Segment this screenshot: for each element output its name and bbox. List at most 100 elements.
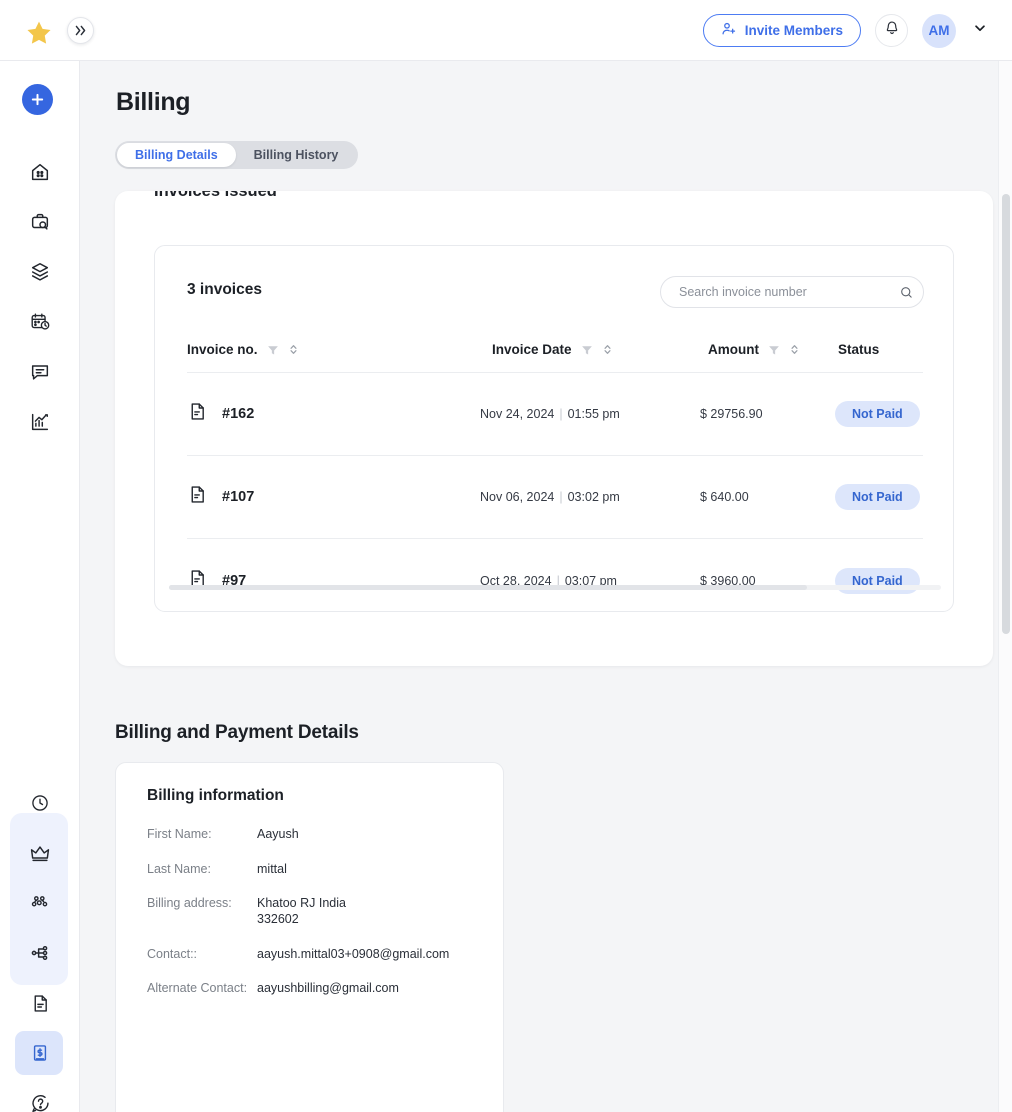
column-label: Amount [708, 342, 759, 357]
search-input[interactable] [661, 285, 889, 299]
cell-status: Not Paid [835, 484, 920, 510]
invoices-section-title: Invoices issued [154, 191, 277, 201]
tab-billing-details[interactable]: Billing Details [117, 143, 236, 167]
table-row[interactable]: #107 Nov 06, 2024|03:02 pm $ 640.00 Not … [187, 456, 923, 539]
sidebar-item-home[interactable] [0, 147, 80, 197]
sidebar-primary-nav [0, 147, 80, 447]
field-billing-address: Billing address: Khatoo RJ India 332602 [147, 896, 487, 927]
invoices-card: Invoices issued 3 invoices Invoice no. [115, 191, 993, 666]
sidebar-item-billing[interactable] [0, 1028, 80, 1078]
cell-amount: $ 640.00 [700, 490, 749, 504]
avatar[interactable]: AM [922, 14, 956, 48]
invite-members-button[interactable]: Invite Members [703, 14, 861, 47]
column-amount: Amount [708, 342, 800, 357]
field-value: Khatoo RJ India 332602 [257, 896, 346, 927]
sidebar-item-messages[interactable] [0, 347, 80, 397]
sidebar-item-members[interactable] [0, 878, 80, 928]
billing-information-card: Billing information First Name: Aayush L… [115, 762, 504, 1112]
sidebar-item-schedule[interactable] [0, 297, 80, 347]
billing-information-fields: First Name: Aayush Last Name: mittal Bil… [147, 827, 487, 1016]
filter-icon[interactable] [581, 344, 593, 356]
invoice-date: Nov 24, 2024 [480, 407, 554, 421]
invoice-date: Nov 06, 2024 [480, 490, 554, 504]
field-last-name: Last Name: mittal [147, 862, 487, 878]
status-badge: Not Paid [835, 484, 920, 510]
invoice-number: #162 [222, 406, 254, 422]
field-label: Alternate Contact: [147, 981, 257, 997]
scrollbar-thumb[interactable] [169, 585, 807, 590]
cell-invoice-date: Nov 24, 2024|01:55 pm [480, 407, 620, 421]
sort-icon[interactable] [602, 343, 613, 356]
sidebar-item-layers[interactable] [0, 247, 80, 297]
status-badge: Not Paid [835, 401, 920, 427]
field-label: Contact:: [147, 947, 257, 963]
invoice-time: 03:02 pm [568, 490, 620, 504]
invoice-number: #107 [222, 489, 254, 505]
chevron-down-icon [973, 21, 987, 40]
invoice-count-label: 3 invoices [187, 281, 262, 299]
sidebar-item-recent[interactable] [0, 778, 80, 828]
field-label: First Name: [147, 827, 257, 843]
sidebar-item-analytics[interactable] [0, 397, 80, 447]
field-label: Billing address: [147, 896, 257, 927]
billing-details-title: Billing and Payment Details [115, 722, 359, 744]
field-value: aayush.mittal03+0908@gmail.com [257, 947, 449, 963]
sort-icon[interactable] [288, 343, 299, 356]
page-vertical-scrollbar[interactable] [998, 61, 1012, 1112]
sidebar-item-upgrade[interactable] [0, 828, 80, 878]
cell-amount: $ 29756.90 [700, 407, 763, 421]
invite-members-label: Invite Members [745, 23, 843, 38]
star-logo-icon[interactable] [24, 19, 54, 48]
main-content: Billing Billing Details Billing History … [80, 61, 1012, 1112]
app-root: Invite Members AM [0, 0, 1012, 1112]
sidebar-secondary-nav [0, 778, 80, 1112]
invoice-search[interactable] [660, 276, 924, 308]
sidebar-item-documents[interactable] [0, 978, 80, 1028]
table-header-row: Invoice no. Invoice Date Amount [187, 327, 923, 373]
sidebar-collapse-button[interactable] [67, 17, 94, 44]
create-new-button[interactable] [22, 84, 53, 115]
search-icon[interactable] [889, 285, 923, 300]
table-horizontal-scrollbar[interactable] [169, 585, 941, 590]
table-row[interactable]: #162 Nov 24, 2024|01:55 pm $ 29756.90 No… [187, 373, 923, 456]
field-label: Last Name: [147, 862, 257, 878]
column-label: Invoice no. [187, 342, 258, 357]
tab-billing-history[interactable]: Billing History [236, 143, 357, 167]
field-value: aayushbilling@gmail.com [257, 981, 399, 997]
page-title: Billing [116, 88, 190, 117]
sort-icon[interactable] [789, 343, 800, 356]
invoices-table-header: 3 invoices [155, 246, 954, 327]
avatar-initials: AM [929, 23, 950, 38]
filter-icon[interactable] [267, 344, 279, 356]
field-first-name: First Name: Aayush [147, 827, 487, 843]
column-label: Invoice Date [492, 342, 572, 357]
invoice-document-icon [187, 484, 208, 510]
sidebar-item-help[interactable] [0, 1078, 80, 1112]
field-value: Aayush [257, 827, 299, 843]
column-invoice-no: Invoice no. [187, 342, 299, 357]
field-contact: Contact:: aayush.mittal03+0908@gmail.com [147, 947, 487, 963]
billing-information-title: Billing information [147, 787, 284, 805]
top-bar-actions: Invite Members AM [703, 0, 990, 61]
notifications-button[interactable] [875, 14, 908, 47]
sidebar [0, 61, 80, 1112]
table-row[interactable]: #97 Oct 28, 2024|03:07 pm $ 3960.00 Not … [187, 539, 923, 612]
bell-icon [884, 20, 900, 41]
scrollbar-thumb[interactable] [1002, 194, 1010, 634]
cell-invoice-no: #162 [187, 401, 254, 427]
column-status: Status [838, 342, 879, 357]
field-alternate-contact: Alternate Contact: aayushbilling@gmail.c… [147, 981, 487, 997]
cell-invoice-date: Nov 06, 2024|03:02 pm [480, 490, 620, 504]
invoices-table: Invoice no. Invoice Date Amount [155, 327, 954, 612]
filter-icon[interactable] [768, 344, 780, 356]
sidebar-item-integrations[interactable] [0, 928, 80, 978]
billing-tabs: Billing Details Billing History [115, 141, 358, 169]
column-invoice-date: Invoice Date [492, 342, 613, 357]
top-bar: Invite Members AM [0, 0, 1012, 61]
field-value: mittal [257, 862, 287, 878]
account-menu-button[interactable] [970, 21, 990, 41]
cell-status: Not Paid [835, 401, 920, 427]
add-user-icon [721, 21, 737, 40]
sidebar-item-projects[interactable] [0, 197, 80, 247]
column-label: Status [838, 342, 879, 357]
